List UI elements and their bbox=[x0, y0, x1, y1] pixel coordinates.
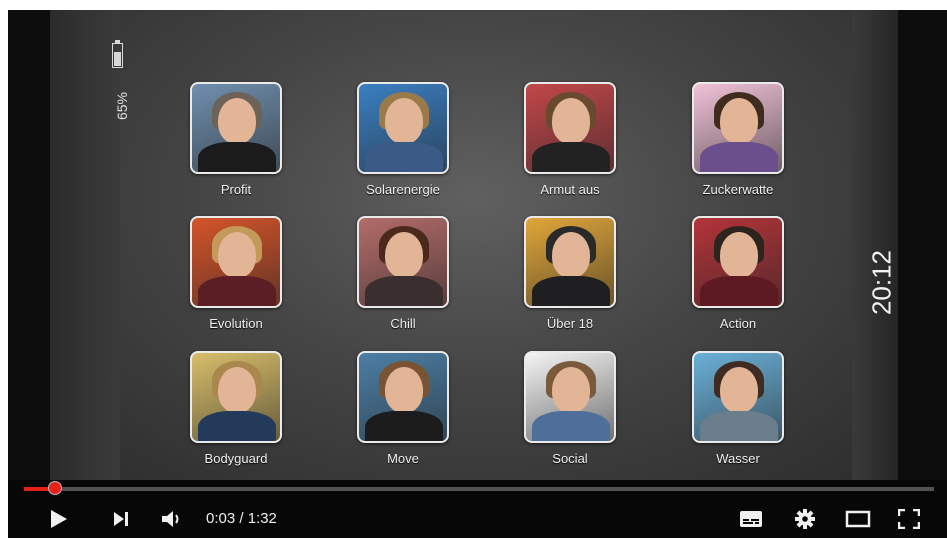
app-tile[interactable]: Armut aus bbox=[506, 82, 636, 222]
app-tile-thumbnail bbox=[524, 216, 616, 308]
app-tile[interactable]: Social bbox=[506, 351, 636, 491]
app-tile[interactable]: Evolution bbox=[172, 216, 302, 356]
app-tile-thumbnail bbox=[692, 82, 784, 174]
app-tile-label: Armut aus bbox=[540, 182, 600, 197]
battery-percentage: 65% bbox=[114, 91, 130, 121]
app-tile-thumbnail bbox=[357, 216, 449, 308]
app-tile-thumbnail bbox=[524, 351, 616, 443]
next-icon[interactable] bbox=[108, 506, 134, 532]
progress-bar[interactable] bbox=[24, 481, 934, 495]
app-tile-label: Profit bbox=[220, 182, 252, 197]
app-tile-label: Evolution bbox=[209, 316, 263, 331]
clock-time: 20:12 bbox=[866, 249, 897, 316]
app-tile-label: Social bbox=[552, 451, 588, 466]
app-tile-label: Bodyguard bbox=[204, 451, 268, 466]
app-tile[interactable]: Über 18 bbox=[506, 216, 636, 356]
app-tile[interactable]: Move bbox=[339, 351, 469, 491]
settings-icon[interactable] bbox=[790, 506, 820, 532]
battery-icon bbox=[112, 40, 123, 68]
app-tile-thumbnail bbox=[692, 216, 784, 308]
tablet-status-bar: 65% bbox=[50, 10, 130, 480]
app-tile-label: Chill bbox=[390, 316, 416, 331]
fullscreen-icon[interactable] bbox=[894, 506, 924, 532]
time-display: 0:03 / 1:32 bbox=[206, 510, 277, 527]
app-tile-label: Move bbox=[387, 451, 419, 466]
app-tile-label: Über 18 bbox=[546, 316, 594, 331]
app-tile[interactable]: Solarenergie bbox=[339, 82, 469, 222]
app-tile-thumbnail bbox=[524, 82, 616, 174]
app-tile-label: Zuckerwatte bbox=[702, 182, 774, 197]
subtitles-icon[interactable] bbox=[736, 506, 766, 532]
app-tile-label: Action bbox=[719, 316, 757, 331]
app-tile-label: Solarenergie bbox=[366, 182, 440, 197]
app-tile-label: Wasser bbox=[716, 451, 760, 466]
app-tile[interactable]: Profit bbox=[172, 82, 302, 222]
app-tile-thumbnail bbox=[190, 216, 282, 308]
app-tile[interactable]: Chill bbox=[339, 216, 469, 356]
app-tile-thumbnail bbox=[190, 351, 282, 443]
app-tile-thumbnail bbox=[692, 351, 784, 443]
app-tile[interactable]: Zuckerwatte bbox=[674, 82, 804, 222]
video-player[interactable]: 65% 20:12 Profit Solarenergie Armut aus Zuc… bbox=[8, 10, 947, 538]
app-tile-thumbnail bbox=[357, 351, 449, 443]
volume-icon[interactable] bbox=[158, 506, 186, 532]
app-tile[interactable]: Action bbox=[674, 216, 804, 356]
app-tile-thumbnail bbox=[357, 82, 449, 174]
tablet-clock-bar: 20:12 bbox=[852, 10, 898, 480]
app-tile[interactable]: Wasser bbox=[674, 351, 804, 491]
theater-mode-icon[interactable] bbox=[842, 506, 874, 532]
player-controls: 0:03 / 1:32 bbox=[8, 500, 947, 538]
video-frame[interactable]: 65% 20:12 Profit Solarenergie Armut aus Zuc… bbox=[8, 10, 947, 480]
play-icon[interactable] bbox=[46, 506, 72, 532]
progress-scrubber[interactable] bbox=[47, 481, 62, 495]
app-tile-thumbnail bbox=[190, 82, 282, 174]
app-tile[interactable]: Bodyguard bbox=[172, 351, 302, 491]
